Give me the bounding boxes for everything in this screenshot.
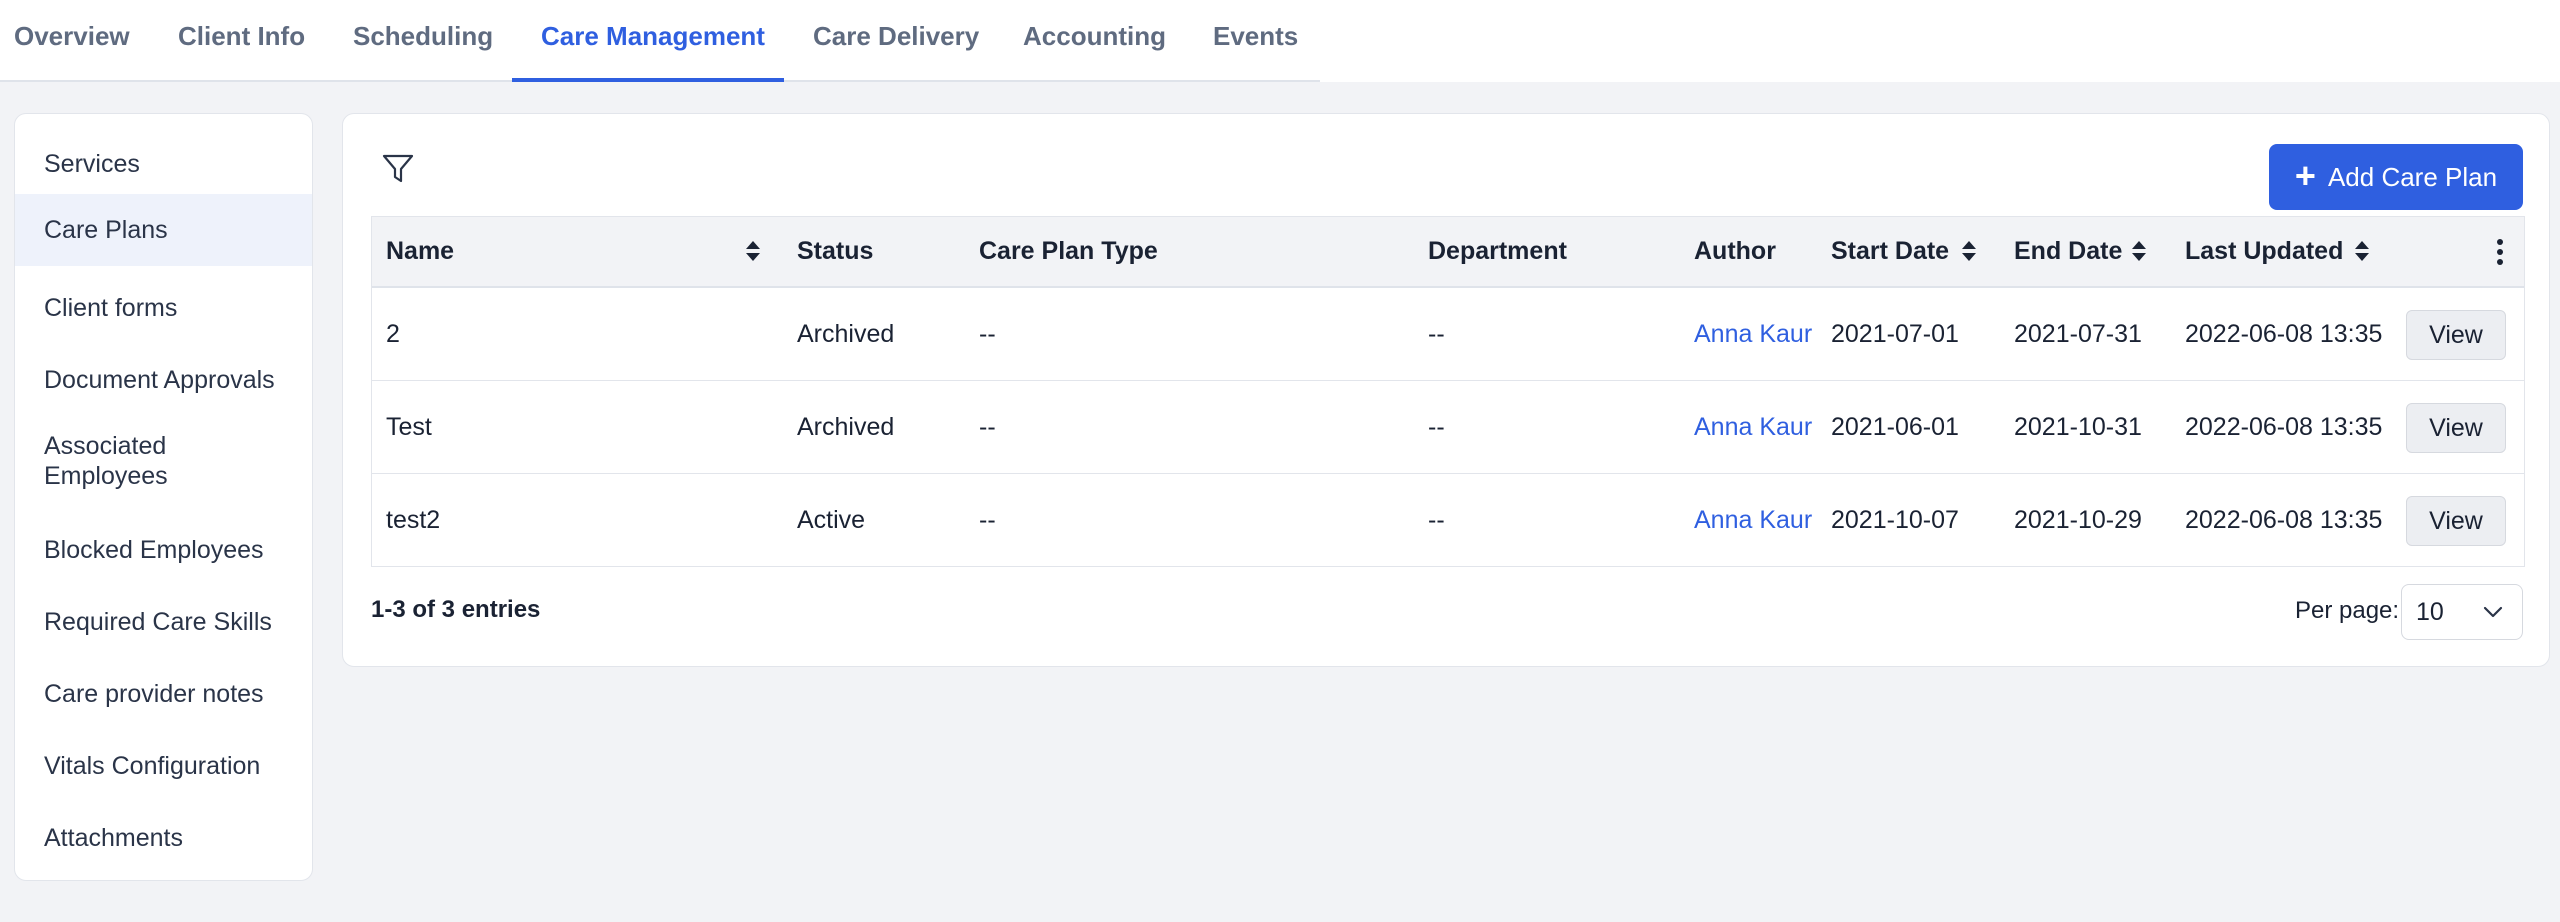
column-header-last-updated: Last Updated	[2185, 237, 2344, 265]
sidebar-item-attachments[interactable]: Attachments	[15, 802, 312, 874]
cell-author-link[interactable]: Anna Kaur	[1694, 474, 1812, 566]
sort-last-updated-icon[interactable]	[2355, 241, 2369, 263]
sidebar-item-care-plans[interactable]: Care Plans	[15, 194, 312, 266]
tab-overview[interactable]: Overview	[14, 0, 130, 82]
cell-author-link[interactable]: Anna Kaur	[1694, 288, 1812, 380]
column-options-icon[interactable]	[2494, 239, 2506, 265]
sidebar-item-associated-employees[interactable]: Associated Employees	[15, 431, 312, 521]
add-care-plan-button[interactable]: + Add Care Plan	[2269, 144, 2523, 210]
care-plans-table: Name Status Care Plan Type Department Au…	[371, 216, 2525, 567]
cell-care-plan-type: --	[979, 506, 996, 534]
tab-care-management[interactable]: Care Management	[541, 0, 765, 82]
table-row: 2 Archived -- -- Anna Kaur 2021-07-01 20…	[372, 288, 2524, 381]
cell-name: Test	[386, 413, 432, 441]
filter-icon[interactable]	[381, 152, 415, 186]
cell-care-plan-type: --	[979, 320, 996, 348]
entries-count: 1-3 of 3 entries	[371, 596, 541, 623]
table-row: test2 Active -- -- Anna Kaur 2021-10-07 …	[372, 474, 2524, 567]
table-row: Test Archived -- -- Anna Kaur 2021-06-01…	[372, 381, 2524, 474]
per-page-select[interactable]: 10	[2401, 584, 2523, 640]
cell-department: --	[1428, 413, 1445, 441]
tab-accounting[interactable]: Accounting	[1023, 0, 1166, 82]
sidebar-item-services[interactable]: Services	[15, 128, 312, 200]
active-tab-indicator	[512, 78, 784, 82]
tab-care-delivery[interactable]: Care Delivery	[813, 0, 979, 82]
cell-name: 2	[386, 320, 400, 348]
tab-events[interactable]: Events	[1213, 0, 1298, 82]
tab-scheduling[interactable]: Scheduling	[353, 0, 493, 82]
sidebar: Services Care Plans Client forms Documen…	[14, 113, 313, 881]
plus-icon: +	[2294, 154, 2316, 196]
cell-department: --	[1428, 320, 1445, 348]
cell-end-date: 2021-10-31	[2014, 413, 2142, 441]
column-header-author: Author	[1694, 237, 1776, 265]
cell-start-date: 2021-06-01	[1831, 413, 1959, 441]
column-header-care-plan-type: Care Plan Type	[979, 237, 1158, 265]
column-header-name: Name	[386, 237, 455, 265]
sort-start-date-icon[interactable]	[1962, 241, 1976, 263]
cell-start-date: 2021-07-01	[1831, 320, 1959, 348]
sort-end-date-icon[interactable]	[2132, 241, 2146, 263]
cell-start-date: 2021-10-07	[1831, 506, 1959, 534]
cell-department: --	[1428, 506, 1445, 534]
view-button[interactable]: View	[2406, 310, 2506, 360]
cell-status: Active	[797, 506, 866, 534]
tab-client-info[interactable]: Client Info	[178, 0, 305, 82]
per-page-label: Per page:	[2295, 597, 2400, 624]
chevron-down-icon	[2483, 606, 2503, 618]
cell-author-link[interactable]: Anna Kaur	[1694, 381, 1812, 473]
cell-last-updated: 2022-06-08 13:35	[2185, 413, 2383, 441]
cell-name: test2	[386, 506, 441, 534]
sidebar-item-care-provider-notes[interactable]: Care provider notes	[15, 658, 312, 730]
view-button[interactable]: View	[2406, 403, 2506, 453]
cell-status: Archived	[797, 320, 895, 348]
cell-end-date: 2021-10-29	[2014, 506, 2142, 534]
add-care-plan-label: Add Care Plan	[2327, 161, 2498, 192]
sidebar-item-document-approvals[interactable]: Document Approvals	[15, 344, 312, 416]
per-page-value: 10	[2416, 598, 2444, 626]
cell-care-plan-type: --	[979, 413, 996, 441]
care-plans-panel: + Add Care Plan Name Status Care Plan Ty…	[342, 113, 2550, 667]
sort-name-icon[interactable]	[746, 241, 760, 263]
table-header: Name Status Care Plan Type Department Au…	[372, 217, 2524, 288]
cell-last-updated: 2022-06-08 13:35	[2185, 320, 2383, 348]
cell-status: Archived	[797, 413, 895, 441]
tab-bar: Overview Client Info Scheduling Care Man…	[0, 0, 1320, 82]
sidebar-item-vitals-configuration[interactable]: Vitals Configuration	[15, 730, 312, 802]
sidebar-item-required-care-skills[interactable]: Required Care Skills	[15, 586, 312, 658]
sidebar-item-blocked-employees[interactable]: Blocked Employees	[15, 514, 312, 586]
column-header-start-date: Start Date	[1831, 237, 1950, 265]
top-nav: Overview Client Info Scheduling Care Man…	[0, 0, 2560, 82]
column-header-department: Department	[1428, 237, 1567, 265]
column-header-end-date: End Date	[2014, 237, 2123, 265]
cell-end-date: 2021-07-31	[2014, 320, 2142, 348]
sidebar-item-client-forms[interactable]: Client forms	[15, 272, 312, 344]
cell-last-updated: 2022-06-08 13:35	[2185, 506, 2383, 534]
view-button[interactable]: View	[2406, 496, 2506, 546]
column-header-status: Status	[797, 237, 874, 265]
